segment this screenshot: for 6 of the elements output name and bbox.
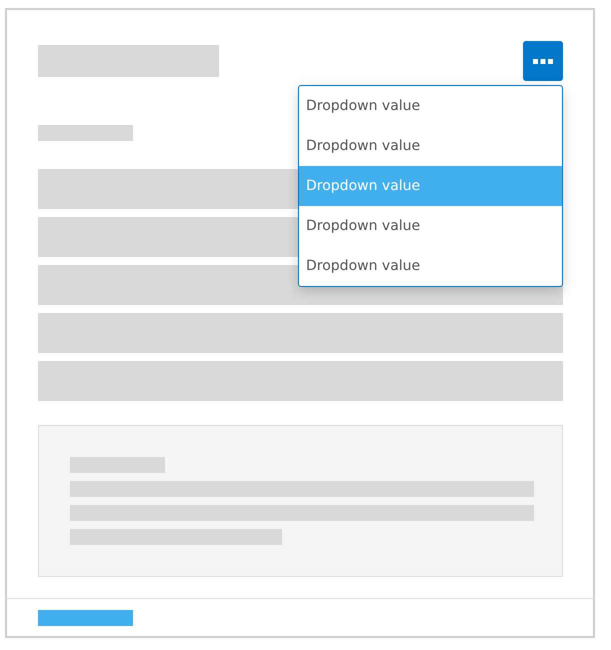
dropdown-item[interactable]: Dropdown value: [299, 246, 562, 286]
dropdown-item[interactable]: Dropdown value: [299, 126, 562, 166]
more-button[interactable]: [523, 41, 563, 81]
dropdown-item[interactable]: Dropdown value: [299, 86, 562, 126]
dropdown-item[interactable]: Dropdown value: [299, 206, 562, 246]
more-icon: [533, 59, 553, 65]
